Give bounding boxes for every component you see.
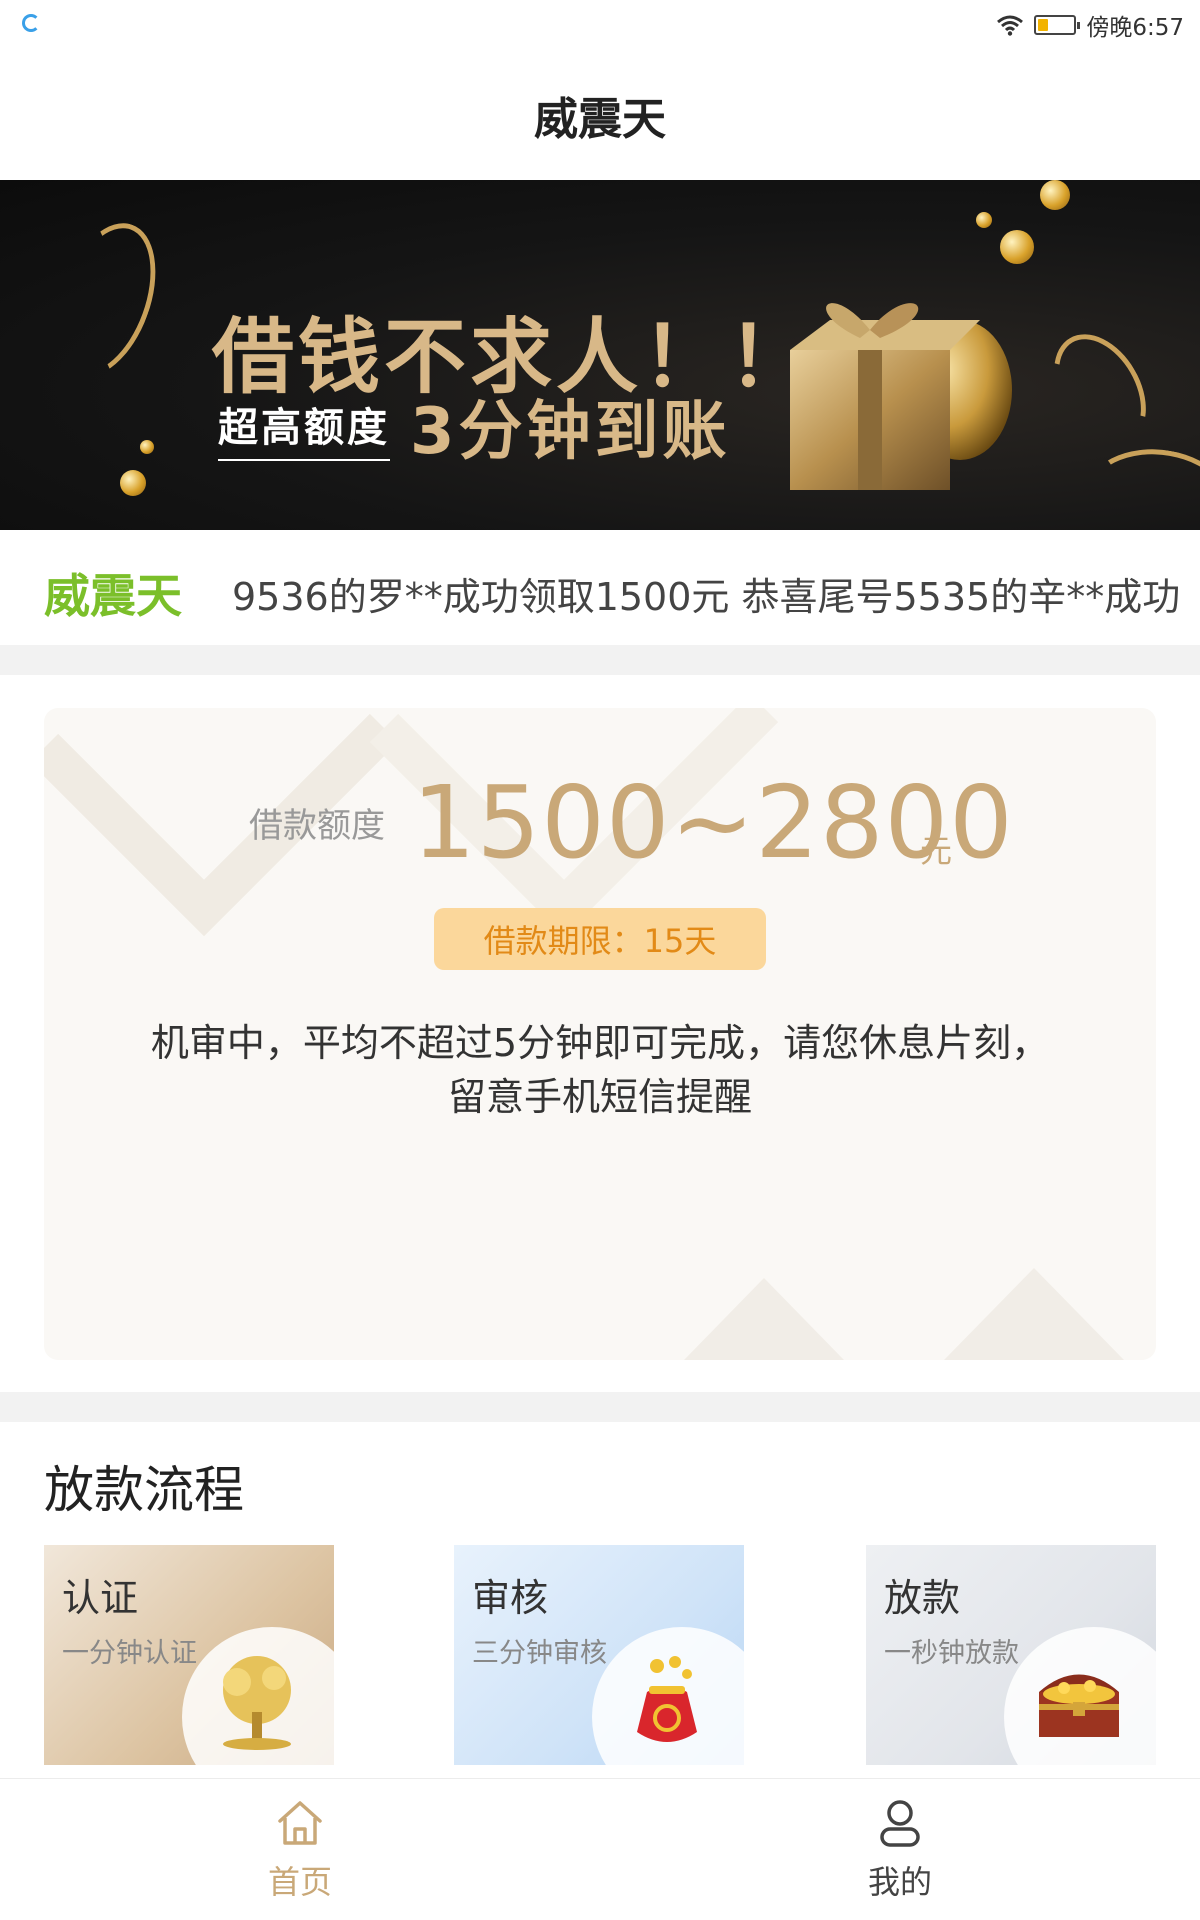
- money-tree-icon: [223, 1656, 291, 1750]
- success-ticker: 威震天 9536的罗**成功领取1500元 恭喜尾号5535的辛**成功: [0, 530, 1200, 645]
- amount-unit: 元: [920, 832, 953, 870]
- battery-icon: [1034, 15, 1081, 35]
- banner-subline: 3分钟到账: [410, 395, 731, 469]
- status-time: 傍晚6:57: [1086, 15, 1184, 41]
- page-title: 威震天: [534, 94, 666, 145]
- step-subtitle: 一秒钟放款: [884, 1638, 1019, 1669]
- treasure-chest-icon: [1039, 1674, 1119, 1737]
- promo-banner[interactable]: 借钱不求人！！ 超高额度 3分钟到账: [0, 180, 1200, 530]
- nav-home[interactable]: 首页: [200, 1797, 400, 1903]
- ribbon-decoration: [1070, 437, 1200, 530]
- bottom-nav: 首页 我的: [0, 1778, 1200, 1920]
- term-text: 借款期限：15天: [483, 922, 717, 960]
- nav-mine[interactable]: 我的: [800, 1797, 1000, 1903]
- gift-box-icon: [790, 303, 1012, 490]
- review-notice: 机审中，平均不超过5分钟即可完成，请您休息片刻，留意手机短信提醒: [150, 1021, 1050, 1119]
- money-bag-icon: [637, 1656, 697, 1742]
- step-icon-circle: [182, 1627, 334, 1765]
- status-bar-right: 傍晚6:57: [996, 8, 1184, 42]
- step-title: 认证: [62, 1576, 139, 1620]
- section-divider: [0, 1392, 1200, 1422]
- process-step-disburse[interactable]: 放款 一秒钟放款: [866, 1545, 1156, 1765]
- ribbon-decoration: [35, 209, 175, 391]
- gold-coin-decoration: [140, 440, 154, 454]
- app-notification-icon: [22, 14, 40, 32]
- step-icon-circle: [1004, 1627, 1156, 1765]
- gold-coin-decoration: [1000, 230, 1034, 264]
- gold-coin-decoration: [1040, 180, 1070, 210]
- amount-label: 借款额度: [249, 806, 385, 846]
- step-subtitle: 一分钟认证: [62, 1638, 197, 1669]
- step-title: 审核: [472, 1576, 549, 1620]
- section-divider: [0, 645, 1200, 675]
- term-badge: 借款期限：15天: [434, 908, 766, 970]
- nav-home-label: 首页: [267, 1863, 332, 1901]
- process-step-review[interactable]: 审核 三分钟审核: [454, 1545, 744, 1765]
- status-bar: 傍晚6:57: [0, 0, 1200, 50]
- ticker-message: 9536的罗**成功领取1500元 恭喜尾号5535的辛**成功: [232, 575, 1181, 619]
- loan-status-card: 借款额度 1500~2800 元 借款期限：15天 机审中，平均不超过5分钟即可…: [44, 708, 1156, 1360]
- user-icon: [880, 1800, 920, 1847]
- nav-mine-label: 我的: [867, 1863, 932, 1901]
- banner-tag: 超高额度: [218, 395, 390, 461]
- process-section-title: 放款流程: [44, 1461, 244, 1519]
- ribbon-decoration: [1035, 318, 1165, 462]
- step-title: 放款: [884, 1576, 961, 1620]
- gold-coin-decoration: [976, 212, 992, 228]
- process-step-verify[interactable]: 认证 一分钟认证: [44, 1545, 334, 1765]
- wifi-icon: [997, 15, 1024, 36]
- step-subtitle: 三分钟审核: [472, 1638, 607, 1669]
- home-icon: [278, 1801, 322, 1845]
- step-icon-circle: [592, 1627, 744, 1765]
- gold-coin-decoration: [120, 470, 146, 496]
- title-bar: 威震天: [0, 50, 1200, 180]
- ticker-brand: 威震天: [44, 569, 182, 623]
